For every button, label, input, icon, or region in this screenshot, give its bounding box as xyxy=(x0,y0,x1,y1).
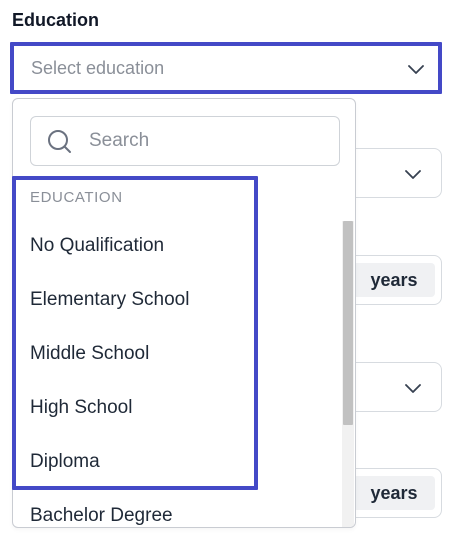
education-select[interactable]: Select education xyxy=(10,42,442,94)
years-addon: years xyxy=(353,476,435,510)
option-list: EDUCATION No Qualification Elementary Sc… xyxy=(13,177,343,527)
option-middle-school[interactable]: Middle School xyxy=(30,343,149,365)
education-label: Education xyxy=(12,10,100,30)
chevron-down-icon xyxy=(405,384,421,394)
group-header: EDUCATION xyxy=(30,189,123,206)
search-input[interactable] xyxy=(89,126,319,156)
option-diploma[interactable]: Diploma xyxy=(30,451,100,473)
scrollbar-thumb[interactable] xyxy=(343,221,353,425)
option-high-school[interactable]: High School xyxy=(30,397,132,419)
chevron-down-icon xyxy=(408,65,424,75)
search-icon xyxy=(47,129,73,155)
search-field[interactable] xyxy=(30,116,340,166)
education-dropdown: EDUCATION No Qualification Elementary Sc… xyxy=(12,98,356,528)
education-form: Education Select education years years S… xyxy=(0,0,459,545)
option-bachelor-degree[interactable]: Bachelor Degree xyxy=(30,505,173,527)
education-select-placeholder: Select education xyxy=(31,58,165,78)
scrollbar[interactable] xyxy=(342,221,354,527)
years-addon: years xyxy=(353,263,435,297)
chevron-down-icon xyxy=(405,170,421,180)
option-no-qualification[interactable]: No Qualification xyxy=(30,235,164,257)
option-elementary-school[interactable]: Elementary School xyxy=(30,289,189,311)
